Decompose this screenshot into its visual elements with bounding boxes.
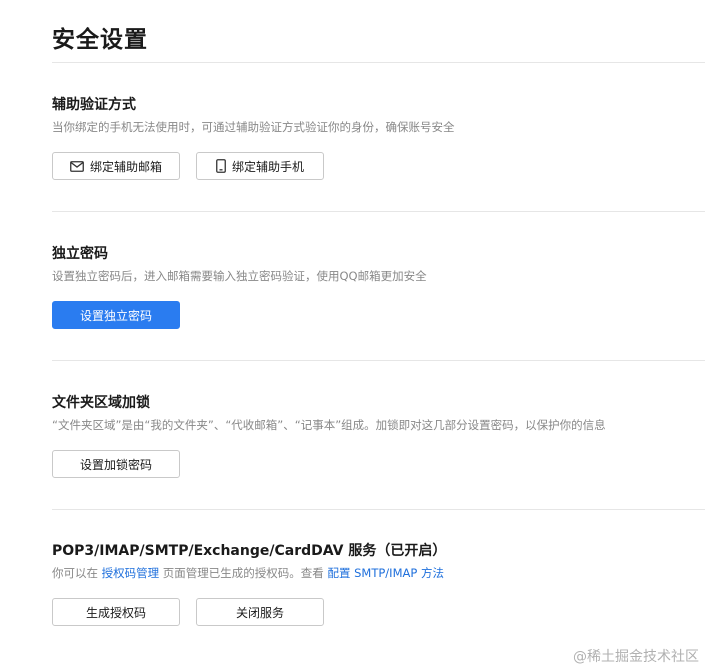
description-text: 你可以在 [52, 566, 102, 580]
title-divider [52, 62, 705, 63]
section-divider [52, 360, 705, 361]
button-label: 生成授权码 [85, 605, 146, 620]
button-row: 设置独立密码 [52, 301, 705, 329]
independent-password-section: 独立密码 设置独立密码后，进入邮箱需要输入独立密码验证，使用QQ邮箱更加安全 设… [52, 245, 705, 329]
set-lock-password-button[interactable]: 设置加锁密码 [52, 450, 180, 478]
close-service-button[interactable]: 关闭服务 [196, 598, 324, 626]
section-title: 辅助验证方式 [52, 97, 136, 113]
button-row: 设置加锁密码 [52, 450, 705, 478]
description-text: 页面管理已生成的授权码。查看 [159, 566, 328, 580]
button-label: 绑定辅助手机 [231, 159, 304, 174]
section-description: 当你绑定的手机无法使用时，可通过辅助验证方式验证你的身份，确保账号安全 [52, 120, 455, 134]
section-description: 设置独立密码后，进入邮箱需要输入独立密码验证，使用QQ邮箱更加安全 [52, 269, 427, 283]
config-smtp-imap-link[interactable]: 配置 SMTP/IMAP 方法 [327, 566, 443, 580]
button-row: 绑定辅助邮箱 绑定辅助手机 [52, 152, 705, 180]
bind-backup-phone-button[interactable]: 绑定辅助手机 [196, 152, 324, 180]
protocol-service-section: POP3/IMAP/SMTP/Exchange/CardDAV 服务（已开启） … [52, 542, 705, 626]
section-title: 文件夹区域加锁 [52, 395, 150, 411]
section-divider [52, 211, 705, 212]
button-row: 生成授权码 关闭服务 [52, 598, 705, 626]
button-label: 设置加锁密码 [79, 457, 152, 472]
mobile-phone-icon [216, 159, 226, 173]
page-title: 安全设置 [52, 27, 148, 53]
auth-code-manage-link[interactable]: 授权码管理 [102, 566, 160, 580]
envelope-icon [70, 160, 84, 172]
button-label: 关闭服务 [235, 605, 284, 620]
section-description: “文件夹区域”是由“我的文件夹”、“代收邮箱”、“记事本”组成。加锁即对这几部分… [52, 418, 606, 432]
bind-backup-email-button[interactable]: 绑定辅助邮箱 [52, 152, 180, 180]
button-label: 设置独立密码 [79, 308, 152, 323]
section-divider [52, 509, 705, 510]
generate-auth-code-button[interactable]: 生成授权码 [52, 598, 180, 626]
section-title: 独立密码 [52, 246, 108, 262]
folder-lock-section: 文件夹区域加锁 “文件夹区域”是由“我的文件夹”、“代收邮箱”、“记事本”组成。… [52, 394, 705, 478]
set-independent-password-button[interactable]: 设置独立密码 [52, 301, 180, 329]
watermark: @稀土掘金技术社区 [573, 649, 699, 665]
section-title: POP3/IMAP/SMTP/Exchange/CardDAV 服务（已开启） [52, 543, 447, 559]
backup-verify-section: 辅助验证方式 当你绑定的手机无法使用时，可通过辅助验证方式验证你的身份，确保账号… [52, 96, 705, 180]
button-label: 绑定辅助邮箱 [89, 159, 162, 174]
section-description: 你可以在 授权码管理 页面管理已生成的授权码。查看 配置 SMTP/IMAP 方… [52, 565, 705, 581]
